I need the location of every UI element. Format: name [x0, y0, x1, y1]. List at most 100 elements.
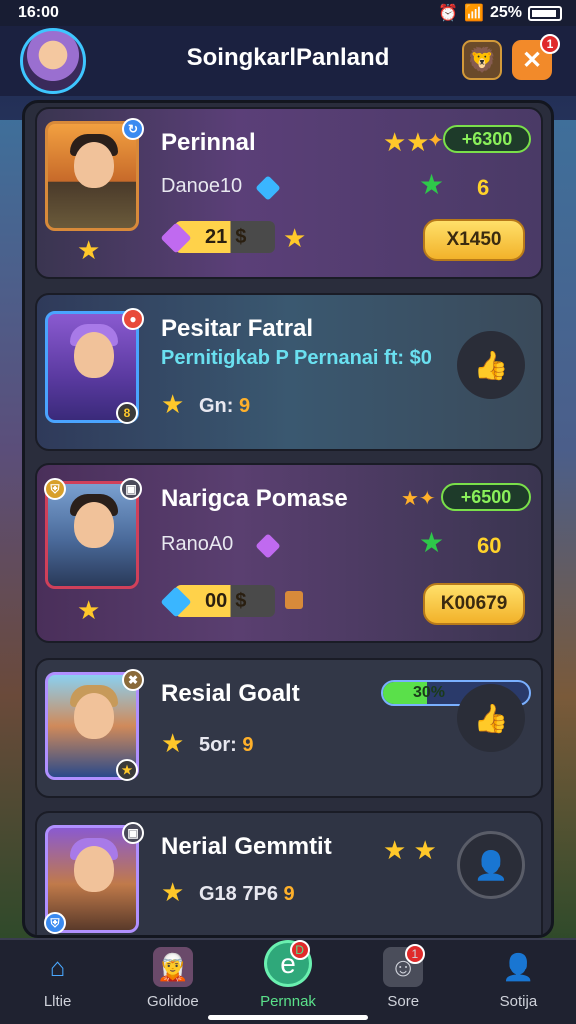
stat-line: 5or: 9 [199, 734, 253, 757]
green-star-icon: ★ [419, 527, 445, 558]
lion-icon: 🦁 [467, 46, 497, 74]
face-shape [74, 142, 114, 188]
character-portrait[interactable]: ↻ [45, 118, 144, 231]
buy-button[interactable]: K00679 [423, 583, 525, 625]
list-item[interactable]: ▣ ⛨ Nerial Gemmtit ★ ★ ★ G18 7P6 9 👤 [35, 811, 543, 935]
close-button[interactable]: ✕ 1 [512, 34, 560, 80]
tab-store[interactable]: ☺ 1 Sore [346, 940, 461, 1024]
star-icon: ★ [283, 223, 307, 253]
price-badge: +6300 [443, 125, 531, 153]
item-count: 60 [477, 533, 502, 558]
shield-icon: ⛨ [44, 478, 66, 500]
character-portrait[interactable]: ⛨ ▣ [44, 478, 142, 589]
stat-label: G18 7P6 [199, 883, 278, 905]
menu-icon: ▣ [122, 822, 144, 844]
character-name: Pesitar Fatral [161, 315, 314, 342]
info-badge-icon: ↻ [122, 118, 144, 140]
small-star-icon: ★✦ [401, 488, 436, 510]
menu-icon: ▣ [120, 478, 142, 500]
home-icon: ⌂ [49, 951, 66, 982]
list-item[interactable]: ↻ ★ Perinnal ★★ ✦ +6300 Danoe10 ★ 6 21 $… [35, 107, 543, 279]
chest-icon [285, 591, 303, 609]
alert-badge-icon: ● [122, 308, 144, 330]
home-indicator [208, 1015, 368, 1020]
coin-icon: $ [235, 225, 247, 248]
character-subtitle: RanoA0 [161, 533, 234, 555]
resource-value: 00 [205, 589, 228, 612]
tab-center[interactable]: e D Pernnak [230, 940, 345, 1024]
profile-button[interactable]: 👤 [457, 831, 525, 899]
character-list-panel[interactable]: ↻ ★ Perinnal ★★ ✦ +6300 Danoe10 ★ 6 21 $… [22, 100, 554, 938]
star-icon: ★ [161, 389, 185, 419]
stat-value: 9 [283, 883, 295, 905]
stat-value: 9 [242, 734, 254, 756]
character-portrait[interactable]: ● 8 [45, 308, 144, 424]
star-icon: ★ [161, 728, 185, 758]
notification-badge: D [289, 940, 310, 960]
person-silhouette-icon: 👤 [473, 849, 509, 881]
character-name: Resial Goalt [161, 680, 300, 707]
tool-icon: ✖ [122, 669, 144, 691]
character-portrait[interactable]: ▣ ⛨ [44, 822, 144, 934]
tab-label: Golidoe [146, 993, 199, 1010]
battery-percent: 25% [489, 4, 522, 21]
wifi-icon: 📶 [464, 5, 484, 22]
tab-label: Pernnak [260, 993, 316, 1010]
notification-badge: 1 [540, 34, 560, 54]
tab-label: Sotija [499, 993, 538, 1010]
like-button[interactable]: 👍 [457, 331, 525, 399]
bottom-tab-bar: ⌂ Lltie 🧝 Golidoe e D Pernnak ☺ 1 Sore 👤… [0, 938, 576, 1024]
like-button[interactable]: 👍 [457, 684, 525, 752]
tab-profile[interactable]: 👤 Sotija [461, 940, 576, 1024]
level-star-icon: ★ [116, 759, 138, 781]
item-count: 6 [477, 175, 490, 200]
stat-label: 5or: [199, 734, 237, 756]
tab-home[interactable]: ⌂ Lltie [0, 940, 115, 1024]
status-indicators: ⏰ 📶 25% [438, 3, 562, 23]
blue-gem-icon [255, 175, 281, 201]
stat-value: 9 [239, 395, 251, 417]
coin-icon: $ [235, 589, 247, 612]
character-subtitle: Danoe10 [161, 175, 243, 197]
list-item[interactable]: ✖ ★ Resial Goalt ★ 5or: 9 30% 👍 [35, 658, 543, 798]
character-name: Narigca Pomase [161, 485, 348, 512]
stat-label: Gn: [199, 395, 234, 417]
thumbs-up-icon: 👍 [473, 349, 509, 381]
battery-icon [528, 5, 562, 21]
list-item[interactable]: ● 8 Pesitar Fatral Pernitigkab P Pernana… [35, 293, 543, 451]
character-name: Nerial Gemmtit [161, 833, 332, 860]
list-item[interactable]: ⛨ ▣ ★ Narigca Pomase ★✦ +6500 RanoA0 ★ 6… [35, 463, 543, 643]
alarm-icon: ⏰ [438, 5, 459, 22]
tab-label: Lltie [43, 993, 72, 1010]
price-badge: +6500 [441, 483, 531, 511]
character-description: Pernitigkab P Pernanai ft: $0 [161, 347, 432, 369]
face-shape [74, 332, 114, 378]
stat-line: G18 7P6 9 [199, 883, 295, 906]
star-icon: ★ ★ [383, 835, 437, 865]
profile-icon: 👤 [502, 951, 535, 982]
tab-character[interactable]: 🧝 Golidoe [115, 940, 230, 1024]
close-icon: ✕ [521, 46, 543, 74]
character-icon: 🧝 [152, 947, 193, 987]
shield-icon: ⛨ [44, 912, 66, 934]
star-icon: ★★ [383, 127, 430, 157]
notification-badge: 1 [404, 944, 425, 964]
face-shape [74, 502, 114, 548]
face-shape [74, 846, 114, 892]
status-bar: 16:00 ⏰ 📶 25% [0, 0, 576, 26]
buy-button[interactable]: X1450 [423, 219, 525, 261]
purple-gem-icon [255, 533, 281, 559]
resource-value: 21 [205, 225, 228, 248]
level-badge: 8 [116, 402, 138, 424]
star-icon: ★ [161, 877, 185, 907]
character-portrait[interactable]: ✖ ★ [45, 669, 144, 781]
character-name: Perinnal [161, 129, 256, 156]
status-time: 16:00 [18, 4, 59, 21]
face-shape [74, 693, 114, 739]
progress-label: 30% [413, 684, 446, 701]
trophy-button[interactable]: 🦁 [462, 40, 502, 80]
tab-label: Sore [387, 993, 420, 1010]
green-star-icon: ★ [419, 169, 445, 200]
star-icon: ★ [77, 595, 101, 625]
small-star-icon: ✦ [427, 130, 444, 152]
